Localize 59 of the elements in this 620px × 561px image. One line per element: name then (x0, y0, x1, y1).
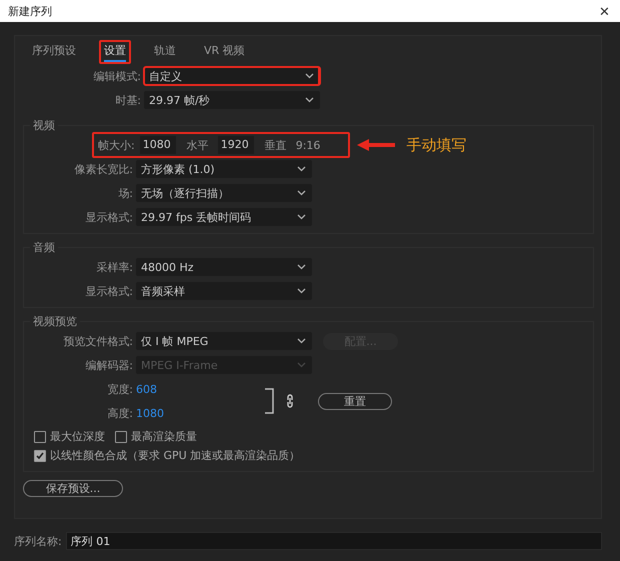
dimension-value[interactable]: 608 (136, 382, 157, 396)
chevron-icon (297, 264, 306, 270)
field-label: 显示格式: (84, 210, 133, 224)
dropdown[interactable]: 无场（逐行扫描） (136, 184, 312, 202)
arrow-icon (357, 138, 396, 152)
group-title: 视频预览 (32, 314, 78, 329)
tab[interactable]: 设置 (99, 40, 131, 64)
field-label: 编解码器: (84, 358, 133, 372)
checkbox[interactable] (115, 430, 127, 442)
field-label: 序列名称: (14, 534, 62, 548)
field-label: 水平 (186, 138, 209, 152)
chevron-icon (297, 166, 306, 172)
field-label: 编辑模式: (92, 68, 141, 84)
dropdown[interactable]: 29.97 帧/秒 (144, 91, 320, 109)
dropdown[interactable]: 48000 Hz (136, 258, 312, 276)
dimension-value[interactable]: 1080 (136, 406, 164, 420)
group-title: 音频 (32, 240, 56, 255)
chevron-icon (297, 190, 306, 196)
dropdown[interactable]: 29.97 fps 丢帧时间码 (136, 208, 312, 226)
close-button[interactable]: ✕ (595, 4, 614, 18)
dropdown[interactable]: 方形像素 (1.0) (136, 160, 312, 178)
sequence-name-field[interactable]: 序列 01 (66, 532, 602, 550)
field-label: 高度: (106, 406, 133, 420)
chevron-icon (297, 288, 306, 294)
dropdown[interactable]: 自定义 (144, 67, 320, 85)
chevron-icon (297, 338, 306, 344)
chevron-icon (305, 73, 314, 79)
tab[interactable]: VR 视频 (199, 40, 250, 64)
field-label: 像素长宽比: (73, 162, 133, 176)
field-label: 宽度: (106, 382, 133, 396)
aspect-ratio: 9:16 (296, 138, 320, 152)
reset-button[interactable]: 重置 (318, 392, 392, 410)
input-field[interactable]: 1920 (218, 136, 254, 154)
checkbox-label[interactable]: 以线性颜色合成（要求 GPU 加速或最高渲染品质） (34, 448, 300, 463)
field-label: 采样率: (95, 260, 133, 274)
chevron-icon (305, 97, 314, 103)
annotation-text: 手动填写 (406, 136, 466, 154)
checkbox-label[interactable]: 最高渲染质量 (115, 429, 197, 444)
field-label: 时基: (114, 92, 141, 108)
field-label: 垂直 (264, 138, 287, 152)
save-preset-button[interactable]: 保存预设... (23, 480, 123, 497)
group-title: 视频 (32, 118, 56, 133)
tab[interactable]: 轨道 (149, 40, 181, 64)
field-label: 预览文件格式: (62, 334, 133, 348)
link-icon[interactable] (286, 394, 294, 408)
input-field[interactable]: 1080 (140, 136, 176, 154)
dropdown[interactable]: 仅 I 帧 MPEG (136, 332, 312, 350)
field-label: 帧大小: (98, 138, 135, 152)
field-label: 显示格式: (84, 284, 133, 298)
window-title: 新建序列 (8, 4, 52, 18)
bracket-icon (264, 388, 274, 414)
tab[interactable]: 序列预设 (27, 40, 81, 64)
field-label: 场: (117, 186, 133, 200)
chevron-icon (297, 214, 306, 220)
chevron-icon (297, 362, 306, 368)
dropdown[interactable]: 音频采样 (136, 282, 312, 300)
checkbox[interactable] (34, 450, 46, 462)
checkbox-label[interactable]: 最大位深度 (34, 429, 105, 444)
checkbox[interactable] (34, 430, 46, 442)
